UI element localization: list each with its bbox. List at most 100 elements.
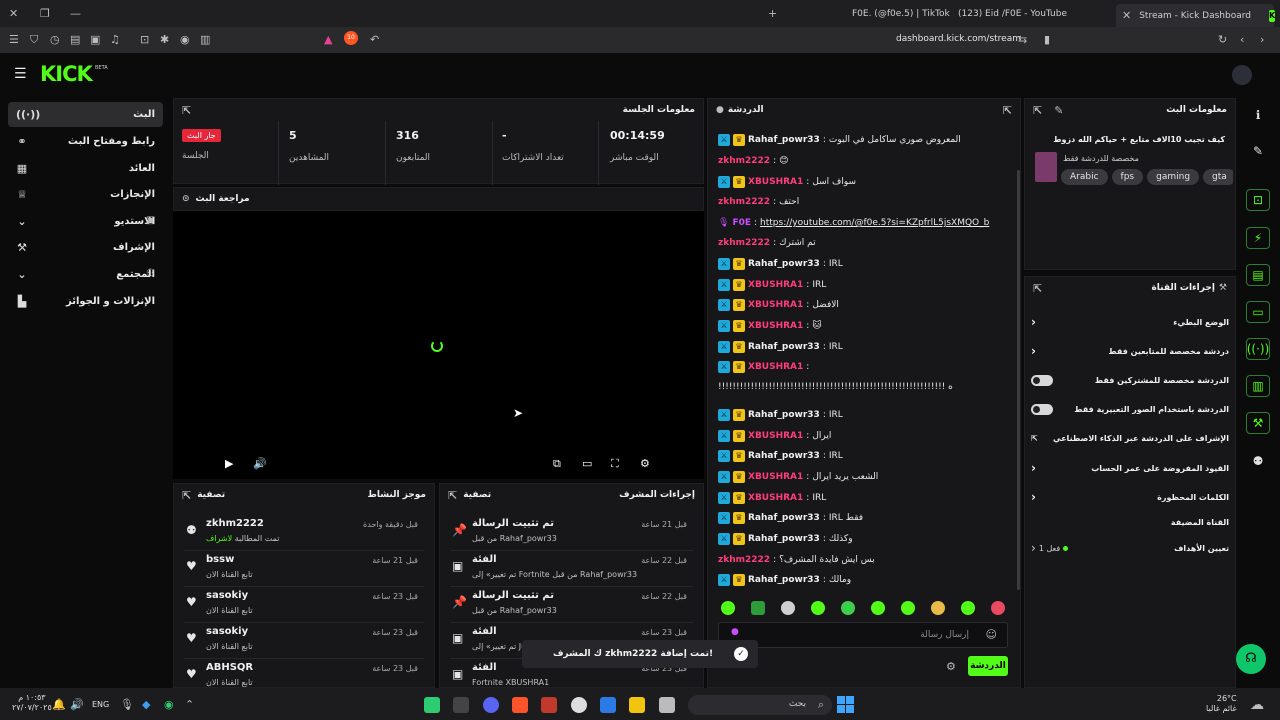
- menu-icon[interactable]: ☰: [14, 66, 27, 82]
- tray-app-icon[interactable]: ◉: [164, 698, 174, 711]
- chat-username[interactable]: XBUSHRA1: [748, 472, 803, 482]
- chat-input[interactable]: إرسال رسالة: [920, 630, 969, 640]
- fullscreen-icon[interactable]: ⛶: [611, 457, 619, 471]
- mic-icon[interactable]: ●: [731, 627, 739, 637]
- pip-icon[interactable]: ⧉: [553, 457, 561, 471]
- task-view-icon[interactable]: [659, 697, 675, 713]
- chat-username[interactable]: XBUSHRA1: [748, 493, 803, 503]
- tag[interactable]: gaming: [1147, 169, 1200, 185]
- brave-icon[interactable]: [512, 697, 528, 713]
- chat-settings-icon[interactable]: ⚙: [946, 660, 956, 673]
- sidebar-item-stream-key[interactable]: ⚭ رابط ومفتاح البث: [8, 129, 163, 154]
- support-headset-icon[interactable]: ☊: [1236, 644, 1266, 674]
- pencil-icon[interactable]: ✎: [1246, 140, 1270, 162]
- chat-username[interactable]: Rahaf_powr33: [748, 259, 820, 269]
- chat-username[interactable]: Rahaf_powr33: [748, 575, 820, 585]
- share-back-icon[interactable]: ↶: [370, 33, 379, 46]
- chat-username[interactable]: Rahaf_powr33: [748, 410, 820, 420]
- tag[interactable]: fps: [1111, 169, 1144, 185]
- emoji-icon[interactable]: ☺: [986, 628, 997, 641]
- emote-icon[interactable]: [991, 601, 1005, 615]
- close-tab-icon[interactable]: ✕: [1122, 9, 1131, 22]
- cookie-icon[interactable]: ◉: [180, 33, 190, 46]
- tag[interactable]: Arabic: [1061, 169, 1108, 185]
- sidebar-item-moderation[interactable]: ⚒ الإشراف: [8, 235, 163, 260]
- filter-button[interactable]: تصفية: [197, 490, 225, 500]
- emote-icon[interactable]: [841, 601, 855, 615]
- set-goals-row[interactable]: › فعل 1 تعيين الأهداف: [1031, 537, 1229, 559]
- layout-icon[interactable]: ▥: [1246, 375, 1270, 397]
- sidebar-item-achievements[interactable]: ♕ الإنجازات: [8, 182, 163, 207]
- chat-username[interactable]: zkhm2222: [718, 555, 770, 565]
- shield-icon[interactable]: ⛉: [30, 33, 38, 47]
- minimize-window-icon[interactable]: —: [70, 7, 81, 20]
- popout-icon[interactable]: ⇱: [182, 489, 191, 502]
- popout-icon[interactable]: ⇱: [1033, 104, 1042, 117]
- volume-icon[interactable]: 🔊: [253, 457, 267, 470]
- voicemeeter-icon[interactable]: [541, 697, 557, 713]
- chat-username[interactable]: XBUSHRA1: [748, 300, 803, 310]
- chat-username[interactable]: XBUSHRA1: [748, 431, 803, 441]
- back-icon[interactable]: ‹: [1240, 33, 1244, 46]
- brave-rewards-icon[interactable]: ▲: [324, 33, 332, 46]
- music-icon[interactable]: ♫: [110, 33, 120, 46]
- lightning-icon[interactable]: ⚡: [1246, 227, 1270, 249]
- clipboard-icon[interactable]: ▤: [1246, 264, 1270, 286]
- chat-username[interactable]: zkhm2222: [718, 156, 770, 166]
- community-icon[interactable]: ⚉: [1246, 450, 1270, 472]
- address-bar[interactable]: dashboard.kick.com/stream: [896, 34, 1021, 44]
- history-icon[interactable]: ◷: [50, 33, 60, 46]
- chat-username[interactable]: Rahaf_powr33: [748, 451, 820, 461]
- language-indicator[interactable]: ENG: [92, 700, 109, 709]
- chat-username[interactable]: XBUSHRA1: [748, 280, 803, 290]
- notifications-icon[interactable]: 🔔: [52, 698, 66, 711]
- emote-icon[interactable]: [901, 601, 915, 615]
- chat-username[interactable]: zkhm2222: [718, 197, 770, 207]
- chat-input-box[interactable]: ● إرسال رسالة ☺: [718, 622, 1008, 648]
- mic-icon[interactable]: 🎙: [120, 698, 134, 711]
- tab-kick-dashboard[interactable]: ✕ Stream - Kick Dashboard K: [1116, 4, 1276, 27]
- sidebar-item-studio[interactable]: ⌄ الاستديو: [8, 209, 163, 234]
- sidebar-item-community[interactable]: ⌄ المجتمع: [8, 262, 163, 287]
- chat-username[interactable]: Rahaf_powr33: [748, 342, 820, 352]
- chat-username[interactable]: Rahaf_powr33: [748, 513, 820, 523]
- emote-icon[interactable]: [811, 601, 825, 615]
- account-age-row[interactable]: › القيود المفروضة على عمر الحساب: [1031, 457, 1229, 479]
- emote-icon[interactable]: [871, 601, 885, 615]
- chat-username[interactable]: XBUSHRA1: [748, 177, 803, 187]
- popout-icon[interactable]: ⇱: [1033, 282, 1042, 295]
- file-explorer-icon[interactable]: [629, 697, 645, 713]
- kick-logo[interactable]: KICK: [40, 62, 93, 86]
- forward-icon[interactable]: ›: [1260, 33, 1264, 46]
- edit-icon[interactable]: ✎: [1054, 104, 1063, 117]
- volume-icon[interactable]: 🔊: [70, 698, 84, 711]
- settings-gear-icon[interactable]: ⚙: [640, 457, 650, 470]
- emote-icon[interactable]: [931, 601, 945, 615]
- followers-only-row[interactable]: › دردشة مخصصة للمتابعين فقط: [1031, 340, 1229, 362]
- screenshot-icon[interactable]: ⊡: [140, 33, 149, 46]
- taskbar-search[interactable]: بحث ⌕: [688, 695, 832, 715]
- sidebar-toggle-icon[interactable]: ☰: [9, 33, 19, 46]
- new-tab-icon[interactable]: +: [768, 7, 777, 20]
- translate-icon[interactable]: ⇆: [1018, 33, 1027, 46]
- info-icon[interactable]: ℹ: [1246, 104, 1270, 126]
- chat-username[interactable]: Rahaf_powr33: [748, 135, 820, 145]
- scan-icon[interactable]: ⊡: [1246, 189, 1270, 211]
- chat-username[interactable]: Rahaf_powr33: [748, 534, 820, 544]
- filter-button[interactable]: تصفية: [463, 490, 491, 500]
- taskbar-app-icon[interactable]: [453, 697, 469, 713]
- sidebar-item-drops[interactable]: ▙ الإنزالات و الجوائز: [8, 289, 163, 314]
- tabs-icon[interactable]: ▤: [70, 33, 80, 46]
- emote-icon[interactable]: [751, 601, 765, 615]
- tab-youtube[interactable]: (123) Eid /F0E - YouTube: [958, 4, 1098, 23]
- ai-moderation-row[interactable]: ⇱ الإشراف على الدردشة عبر الذكاء الاصطنا…: [1031, 427, 1229, 449]
- broadcast-icon[interactable]: ((·)): [1246, 338, 1270, 360]
- reader-icon[interactable]: ▣: [90, 33, 100, 46]
- popout-icon[interactable]: ⇱: [448, 489, 457, 502]
- play-icon[interactable]: ▶: [225, 457, 233, 470]
- weather-widget[interactable]: 26°C غائم غالبا: [1206, 694, 1237, 714]
- wrench-icon[interactable]: ⚒: [1246, 412, 1270, 434]
- sidebar-item-revenue[interactable]: ▦ العائد: [8, 156, 163, 181]
- discord-icon[interactable]: [483, 697, 499, 713]
- chat-username[interactable]: zkhm2222: [718, 238, 770, 248]
